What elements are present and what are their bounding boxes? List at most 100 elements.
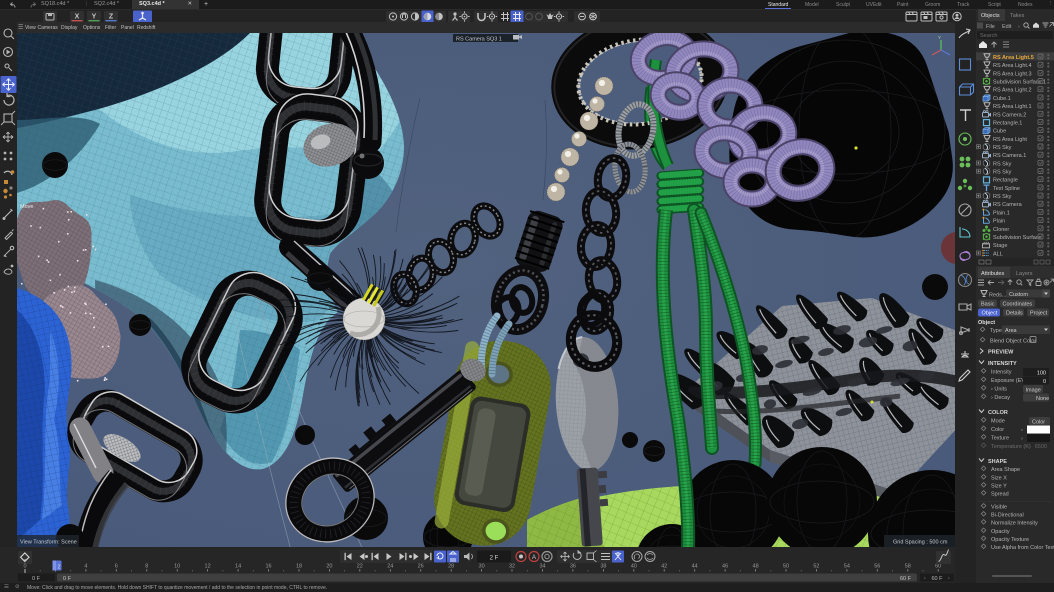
svg-text:Cube.1: Cube.1: [993, 96, 1011, 102]
svg-text:22: 22: [357, 564, 363, 570]
svg-text:SHAPE: SHAPE: [988, 459, 1007, 465]
svg-text:100: 100: [1037, 371, 1046, 377]
svg-text:ALL: ALL: [993, 251, 1003, 257]
svg-text:Cloner: Cloner: [993, 227, 1009, 233]
svg-text:Intensity: Intensity: [991, 370, 1012, 376]
svg-text:RS Camera.2: RS Camera.2: [993, 112, 1026, 118]
svg-text:Cube: Cube: [993, 129, 1006, 135]
svg-text:Bi-Directional: Bi-Directional: [991, 513, 1024, 519]
svg-text:Basic: Basic: [981, 302, 995, 308]
svg-text:File: File: [986, 24, 995, 30]
svg-text:RS Area Light: RS Area Light: [993, 137, 1027, 143]
svg-text:X: X: [75, 14, 80, 21]
svg-text:Z: Z: [109, 14, 114, 21]
svg-text:58: 58: [905, 564, 911, 570]
svg-text:RS Area Light.1: RS Area Light.1: [993, 104, 1032, 110]
svg-text:Texture: Texture: [991, 436, 1009, 442]
svg-text:44: 44: [692, 564, 698, 570]
svg-text:Opacity: Opacity: [991, 529, 1010, 535]
svg-text:60: 60: [935, 564, 941, 570]
svg-text:Grid Spacing : 500 cm: Grid Spacing : 500 cm: [893, 540, 948, 546]
svg-text:Subdivision Surface: Subdivision Surface: [993, 235, 1042, 241]
svg-text:Takes: Takes: [1010, 13, 1025, 19]
svg-text:Custom: Custom: [1009, 292, 1028, 298]
svg-text:Y: Y: [92, 14, 97, 21]
svg-text:8: 8: [145, 564, 148, 570]
svg-text:6: 6: [115, 564, 118, 570]
svg-text:RS Camera.1: RS Camera.1: [993, 153, 1026, 159]
svg-text:30: 30: [479, 564, 485, 570]
svg-text:Stage: Stage: [993, 243, 1007, 249]
svg-text:28: 28: [448, 564, 454, 570]
svg-text:› Units: › Units: [991, 387, 1007, 393]
svg-text:Y: Y: [938, 35, 941, 40]
svg-text:Text Spline: Text Spline: [993, 186, 1020, 192]
svg-text:Visible: Visible: [991, 505, 1007, 511]
svg-text:Plain: Plain: [993, 219, 1005, 225]
svg-text:RS Sky: RS Sky: [993, 161, 1012, 167]
svg-text:Details: Details: [1006, 311, 1023, 317]
svg-text:Layers: Layers: [1016, 271, 1033, 277]
svg-text:Coordinates: Coordinates: [1003, 302, 1033, 308]
svg-text:Mode: Mode: [991, 419, 1005, 425]
svg-text:60 F: 60 F: [900, 576, 912, 582]
svg-text:2 F: 2 F: [490, 556, 499, 562]
svg-text:0 F: 0 F: [63, 576, 72, 582]
svg-text:COLOR: COLOR: [988, 410, 1008, 416]
svg-text:Plain.1: Plain.1: [993, 210, 1010, 216]
svg-text:›: ›: [1021, 436, 1023, 442]
svg-text:Image: Image: [1026, 388, 1041, 394]
svg-text:2: 2: [58, 565, 61, 571]
svg-text:32: 32: [509, 564, 515, 570]
svg-text:Object: Object: [982, 311, 998, 317]
svg-text:RS Area Light.2: RS Area Light.2: [993, 88, 1032, 94]
svg-text:Opacity Texture: Opacity Texture: [991, 537, 1029, 543]
svg-text:48: 48: [753, 564, 759, 570]
svg-text:Use Alpha from Color Textur: Use Alpha from Color Textur: [991, 545, 1054, 551]
svg-text:INTENSITY: INTENSITY: [988, 361, 1017, 367]
svg-text:RS Camera SQ3 1: RS Camera SQ3 1: [456, 37, 502, 43]
svg-text:Blend Object Color: Blend Object Color: [990, 339, 1036, 345]
svg-text:Edit: Edit: [1002, 24, 1012, 30]
svg-text:Size X: Size X: [991, 476, 1007, 482]
svg-text:Move: Move: [20, 204, 33, 210]
svg-text:Attributes: Attributes: [981, 271, 1004, 277]
svg-text:56: 56: [874, 564, 880, 570]
svg-text:52: 52: [813, 564, 819, 570]
svg-text:Area: Area: [1005, 328, 1018, 334]
svg-text:›: ›: [1021, 427, 1023, 433]
svg-text:Color: Color: [991, 427, 1004, 433]
svg-text:A: A: [532, 555, 536, 561]
svg-text:60 F: 60 F: [931, 576, 943, 582]
svg-text:Normalize Intensity: Normalize Intensity: [991, 521, 1038, 527]
svg-text:Size Y: Size Y: [991, 484, 1007, 490]
svg-text:Rectangle: Rectangle: [993, 178, 1018, 184]
svg-text:0 F: 0 F: [32, 576, 41, 582]
svg-text:Rectangle.1: Rectangle.1: [993, 120, 1022, 126]
svg-text:10: 10: [174, 564, 180, 570]
svg-text:RS Area Light.4: RS Area Light.4: [993, 63, 1032, 69]
svg-text:4: 4: [84, 564, 87, 570]
svg-text:RS Sky: RS Sky: [993, 194, 1012, 200]
svg-text:24: 24: [387, 564, 393, 570]
svg-text:RS Area Light.5: RS Area Light.5: [993, 55, 1034, 61]
svg-text:RS Camera: RS Camera: [993, 202, 1023, 208]
svg-text:36: 36: [570, 564, 576, 570]
svg-text:42: 42: [661, 564, 667, 570]
svg-text:Temperature (K): Temperature (K): [991, 444, 1031, 450]
svg-text:Reds...: Reds...: [989, 293, 1007, 299]
svg-text:14: 14: [235, 564, 241, 570]
svg-text:0: 0: [1043, 379, 1046, 385]
svg-text:Exposure (EV): Exposure (EV): [991, 378, 1027, 384]
svg-text:0: 0: [23, 564, 26, 570]
svg-text:54: 54: [844, 564, 850, 570]
svg-text:46: 46: [722, 564, 728, 570]
svg-text:16: 16: [265, 564, 271, 570]
svg-text:Spread: Spread: [991, 492, 1009, 498]
svg-text:›: ›: [1018, 24, 1020, 30]
svg-text:26: 26: [418, 564, 424, 570]
svg-text:Objects: Objects: [981, 13, 1000, 19]
svg-text:34: 34: [539, 564, 545, 570]
svg-text:RS Sky: RS Sky: [993, 145, 1012, 151]
svg-text:Area Shape: Area Shape: [991, 467, 1020, 473]
